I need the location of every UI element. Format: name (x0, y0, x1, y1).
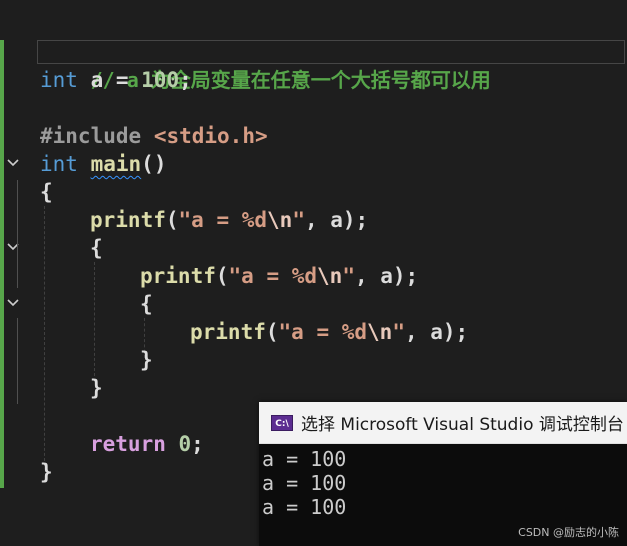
code-line-printf[interactable]: printf("a = %d\n", a); (140, 262, 418, 290)
console-output-line: a = 100 (262, 495, 347, 519)
console-title: 选择 Microsoft Visual Studio 调试控制台 (301, 415, 624, 435)
code-line-brace-close[interactable]: } (90, 374, 103, 402)
code-line-include[interactable]: #include <stdio.h> (40, 122, 268, 150)
paren: ( (165, 208, 179, 232)
code-line-brace-close[interactable]: } (140, 346, 153, 374)
function-call: printf (140, 264, 216, 288)
preprocessor-directive: #include (40, 124, 142, 148)
code-line-printf[interactable]: printf("a = %d\n", a); (90, 206, 368, 234)
call-args: , a); (304, 208, 369, 232)
number-literal: 0 (178, 432, 192, 456)
function-name: main (90, 152, 142, 176)
change-tracking-bar (0, 40, 4, 488)
string-quote: " (342, 264, 355, 288)
code-line-printf[interactable]: printf("a = %d\n", a); (190, 318, 468, 346)
paren: ( (215, 264, 229, 288)
console-titlebar[interactable]: C:\ 选择 Microsoft Visual Studio 调试控制台 (259, 402, 627, 444)
code-line-return[interactable]: return 0; (90, 430, 204, 458)
decl-text: a = (77, 68, 142, 92)
number-literal: 100 (141, 68, 180, 92)
type-keyword: int (40, 152, 78, 176)
string-literal: "a = %d (178, 208, 268, 232)
semicolon: ; (191, 432, 204, 456)
include-header: <stdio.h> (153, 124, 268, 148)
code-line-global-decl[interactable]: int a = 100; (40, 66, 192, 94)
watermark: CSDN @励志的小陈 (518, 526, 619, 539)
collapse-chevron-icon[interactable] (6, 158, 24, 172)
call-args: , a); (354, 264, 419, 288)
code-line-brace-close[interactable]: } (40, 458, 53, 486)
code-line-main-signature[interactable]: int main() (40, 150, 166, 178)
string-quote: " (392, 320, 405, 344)
brace: } (90, 376, 103, 400)
indent-guide (44, 206, 45, 466)
brace: { (90, 236, 103, 260)
escape-sequence: \n (317, 264, 343, 288)
brace: { (40, 180, 53, 204)
outline-guide (17, 318, 18, 404)
code-line-brace-open[interactable]: { (140, 290, 153, 318)
indent-guide (94, 262, 95, 376)
string-literal: "a = %d (278, 320, 368, 344)
console-output[interactable]: a = 100 a = 100 a = 100 (259, 444, 627, 519)
code-line-brace-open[interactable]: { (90, 234, 103, 262)
string-quote: " (292, 208, 305, 232)
console-app-icon: C:\ (271, 414, 293, 431)
console-output-line: a = 100 (262, 471, 347, 495)
brace: } (40, 460, 53, 484)
semicolon: ; (179, 68, 192, 92)
brace: } (140, 348, 153, 372)
code-line-brace-open[interactable]: { (40, 178, 53, 206)
escape-sequence: \n (367, 320, 393, 344)
brace: { (140, 292, 153, 316)
type-keyword: int (40, 68, 78, 92)
code-line-comment[interactable]: // a 为全局变量在任意一个大括号都可以用 (40, 38, 491, 92)
parens: () (141, 152, 167, 176)
return-keyword: return (90, 432, 166, 456)
escape-sequence: \n (267, 208, 293, 232)
function-call: printf (190, 320, 266, 344)
paren: ( (265, 320, 279, 344)
outline-guide (17, 180, 18, 288)
function-call: printf (90, 208, 166, 232)
collapse-chevron-icon[interactable] (6, 298, 24, 312)
call-args: , a); (404, 320, 469, 344)
collapse-chevron-icon[interactable] (6, 242, 24, 256)
string-literal: "a = %d (228, 264, 318, 288)
console-output-line: a = 100 (262, 447, 347, 471)
